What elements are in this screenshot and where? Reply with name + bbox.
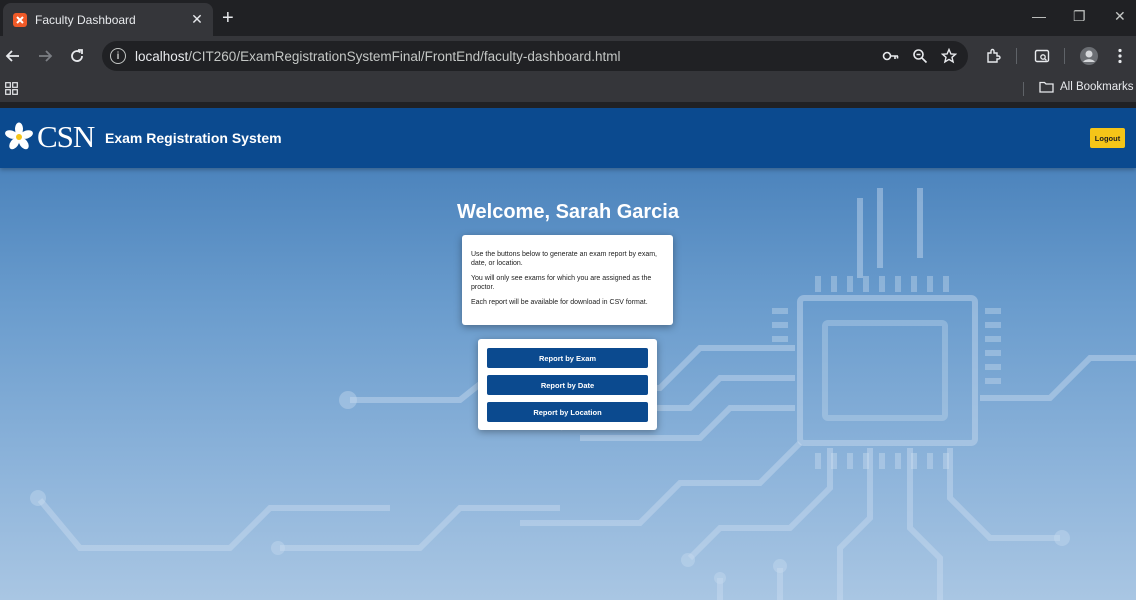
forward-arrow-icon[interactable]	[35, 46, 55, 66]
logout-button[interactable]: Logout	[1090, 128, 1125, 148]
toolbar-divider	[1016, 48, 1017, 64]
apps-grid-icon[interactable]	[5, 82, 18, 100]
page-viewport: CSN Exam Registration System Logout Welc…	[0, 108, 1136, 600]
back-arrow-icon[interactable]	[3, 46, 23, 66]
welcome-heading: Welcome, Sarah Garcia	[457, 201, 679, 223]
bookmarks-bar: All Bookmarks	[0, 76, 1136, 102]
star-icon[interactable]	[939, 46, 959, 66]
browser-toolbar: i localhost/CIT260/ExamRegistrationSyste…	[0, 36, 1136, 76]
report-by-location-button[interactable]: Report by Location	[487, 402, 648, 422]
info-text-1: Use the buttons below to generate an exa…	[471, 251, 657, 267]
info-text-2: You will only see exams for which you ar…	[471, 275, 652, 291]
profile-avatar-icon[interactable]	[1079, 46, 1099, 66]
xampp-favicon-icon	[13, 12, 27, 27]
key-icon[interactable]	[881, 46, 901, 66]
tab-search-icon[interactable]	[1032, 46, 1052, 66]
bookmarks-divider	[1023, 82, 1024, 96]
tab-close-icon[interactable]: ✕	[187, 11, 207, 28]
info-icon[interactable]: i	[110, 48, 126, 64]
csn-logo[interactable]: CSN	[4, 119, 95, 154]
extensions-icon[interactable]	[983, 46, 1003, 66]
report-buttons-card: Report by Exam Report by Date Report by …	[478, 339, 657, 430]
all-bookmarks-label: All Bookmarks	[1060, 81, 1134, 93]
zoom-icon[interactable]	[910, 46, 930, 66]
tab-strip: Faculty Dashboard ✕ + — ❐ ✕	[0, 0, 1136, 36]
info-text-3: Each report will be available for downlo…	[471, 299, 648, 306]
report-by-date-button[interactable]: Report by Date	[487, 375, 648, 395]
info-card: Use the buttons below to generate an exa…	[462, 235, 673, 325]
close-window-button[interactable]: ✕	[1114, 8, 1126, 25]
restore-button[interactable]: ❐	[1073, 8, 1086, 25]
logo-text: CSN	[37, 119, 95, 154]
kebab-menu-icon[interactable]	[1110, 46, 1130, 66]
toolbar-divider	[1064, 48, 1065, 64]
tab-faculty-dashboard[interactable]: Faculty Dashboard ✕	[3, 3, 213, 36]
new-tab-plus-icon[interactable]: +	[222, 8, 234, 28]
report-by-exam-button[interactable]: Report by Exam	[487, 348, 648, 368]
reload-icon[interactable]	[67, 46, 87, 66]
flower-logo-icon	[5, 122, 33, 150]
site-title: Exam Registration System	[105, 130, 282, 146]
tab-title: Faculty Dashboard	[35, 12, 136, 27]
folder-icon	[1039, 81, 1054, 93]
site-header: CSN Exam Registration System Logout	[0, 108, 1136, 168]
address-bar[interactable]: i localhost/CIT260/ExamRegistrationSyste…	[102, 41, 968, 71]
minimize-button[interactable]: —	[1032, 8, 1046, 24]
url-text: localhost/CIT260/ExamRegistrationSystemF…	[135, 48, 621, 64]
all-bookmarks-button[interactable]: All Bookmarks	[1039, 81, 1134, 93]
